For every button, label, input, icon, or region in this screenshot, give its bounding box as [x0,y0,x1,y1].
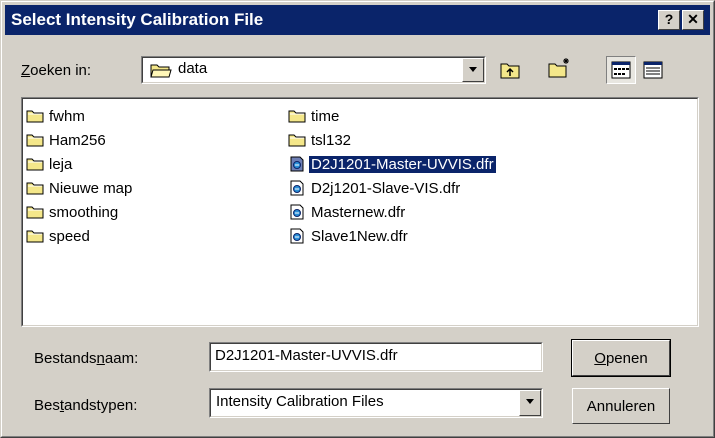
folder-item[interactable]: leja [26,152,134,176]
item-name: D2j1201-Slave-VIS.dfr [311,179,461,197]
file-item[interactable]: D2J1201-Master-UVVIS.dfr [288,152,497,176]
lookin-dropdown-button[interactable] [462,58,484,82]
lookin-value: data [178,60,208,77]
folder-icon [26,158,44,171]
open-button-label: Openen [594,349,648,367]
file-list-column-2: time tsl132 D2J1201-Master-UVVIS.dfr D2j120… [288,104,497,248]
cancel-button-label: Annuleren [586,397,656,415]
title-bar[interactable]: Select Intensity Calibration File ? ✕ [5,5,710,35]
item-name: Masternew.dfr [311,203,406,221]
folder-icon [26,230,44,243]
item-name: tsl132 [311,131,352,149]
folder-item[interactable]: speed [26,224,134,248]
new-folder-button[interactable] [544,54,574,82]
filetype-value: Intensity Calibration Files [216,393,384,410]
filetype-select[interactable]: Intensity Calibration Files [209,388,543,418]
file-list-column-1: fwhm Ham256 leja Nieuwe map smoothing speed [26,104,134,248]
folder-icon [26,182,44,195]
dfr-file-icon [290,156,304,172]
lookin-combo[interactable]: data [141,56,486,84]
filename-value: D2J1201-Master-UVVIS.dfr [215,347,398,364]
item-name: smoothing [49,203,119,221]
item-name: Slave1New.dfr [311,227,408,245]
item-name: time [311,107,340,125]
folder-icon [288,110,306,123]
folder-open-icon [150,64,172,78]
folder-icon [26,110,44,123]
item-name: D2J1201-Master-UVVIS.dfr [308,154,497,174]
folder-icon [288,134,306,147]
folder-item[interactable]: smoothing [26,200,134,224]
dfr-file-icon [290,204,304,220]
folder-item[interactable]: Nieuwe map [26,176,134,200]
file-item[interactable]: Slave1New.dfr [288,224,496,248]
item-name: speed [49,227,90,245]
folder-icon [26,134,44,147]
dfr-file-icon [290,228,304,244]
folder-item[interactable]: Ham256 [26,128,134,152]
folder-icon [26,206,44,219]
details-view-icon [643,61,663,79]
up-folder-icon [500,63,520,79]
close-icon: ✕ [687,11,699,27]
item-name: leja [49,155,73,173]
filename-input[interactable]: D2J1201-Master-UVVIS.dfr [209,342,543,372]
folder-item[interactable]: tsl132 [288,128,496,152]
lookin-label: Zoeken in: [21,62,92,79]
file-list[interactable]: fwhm Ham256 leja Nieuwe map smoothing speed t… [21,97,699,327]
new-folder-icon [548,58,569,78]
help-button[interactable]: ? [658,10,680,30]
item-name: Nieuwe map [49,179,133,197]
window-title: Select Intensity Calibration File [11,10,264,29]
list-view-button[interactable] [606,56,636,84]
dialog-window: Select Intensity Calibration File ? ✕ Zo… [0,0,715,438]
folder-item[interactable]: fwhm [26,104,134,128]
file-item[interactable]: Masternew.dfr [288,200,496,224]
open-button[interactable]: Openen [571,339,671,377]
list-view-icon [611,61,631,79]
item-name: Ham256 [49,131,106,149]
folder-item[interactable]: time [288,104,496,128]
item-name: fwhm [49,107,85,125]
file-item[interactable]: D2j1201-Slave-VIS.dfr [288,176,496,200]
filename-label: Bestandsnaam: [34,350,139,367]
filetype-dropdown-button[interactable] [519,390,541,416]
cancel-button[interactable]: Annuleren [572,388,670,424]
up-folder-button[interactable] [495,56,525,84]
close-button[interactable]: ✕ [682,10,704,30]
filetype-label: Bestandstypen: [34,397,138,414]
dfr-file-icon [290,180,304,196]
details-view-button[interactable] [638,56,668,84]
